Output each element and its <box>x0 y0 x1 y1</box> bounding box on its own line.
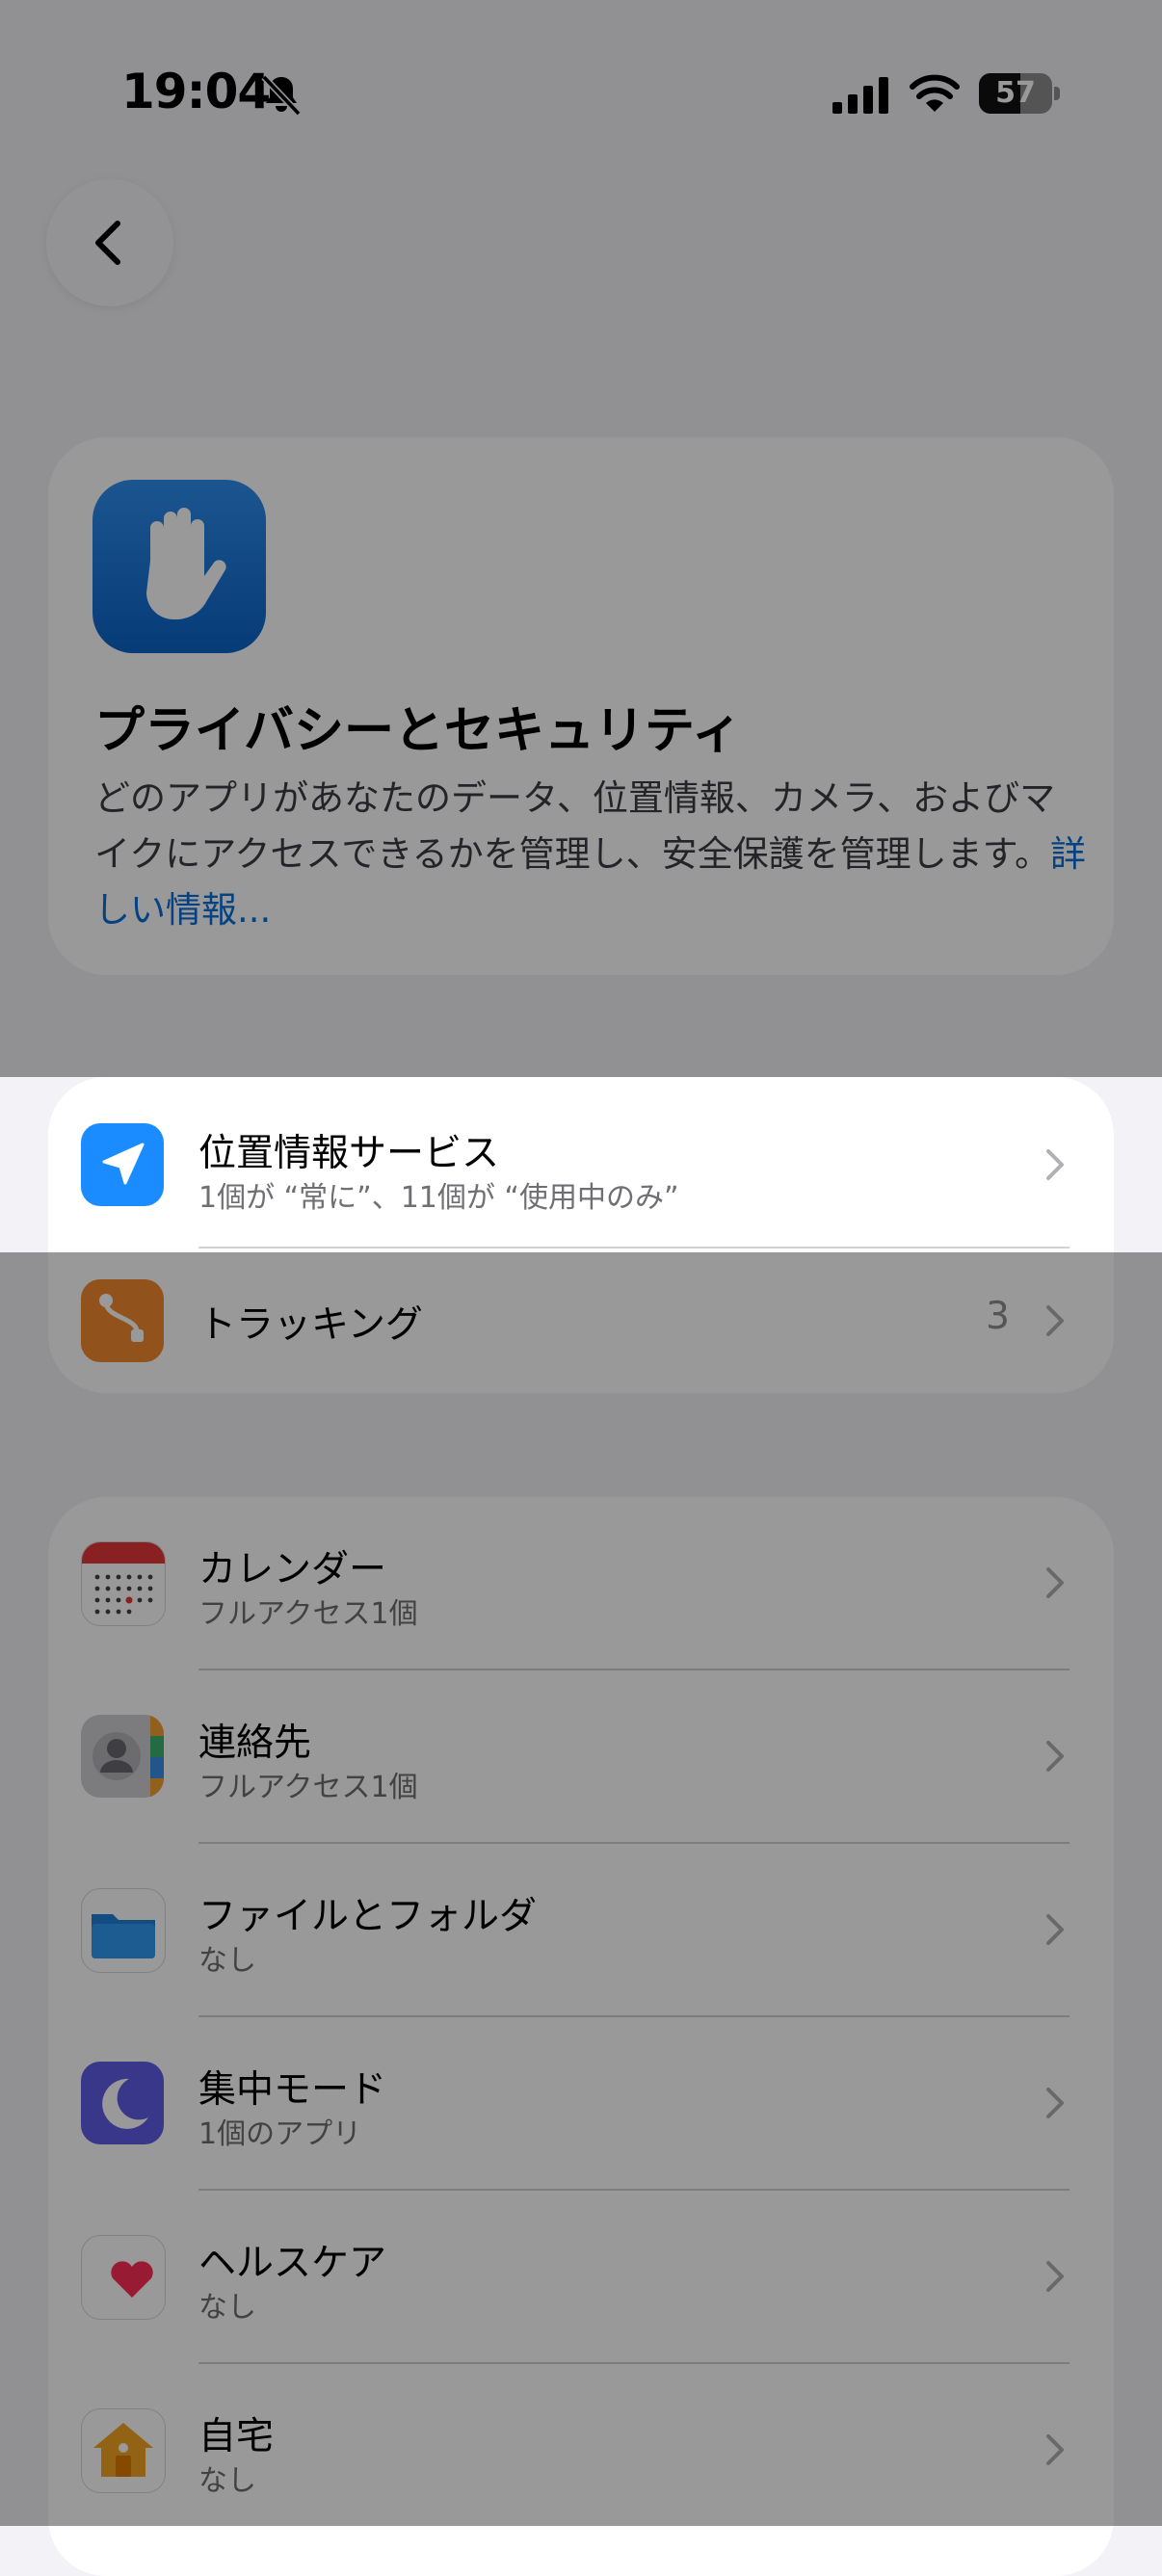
location-arrow-icon <box>81 1123 164 1206</box>
chevron-right-icon <box>1046 1149 1064 1180</box>
dim-overlay-bottom <box>0 1252 1162 2526</box>
dim-overlay-top <box>0 0 1162 1077</box>
row-title: 位置情報サービス <box>198 1132 500 1175</box>
row-subtitle: 1個が “常に”、11個が “使用中のみ” <box>198 1181 679 1215</box>
row-location-services[interactable]: 位置情報サービス 1個が “常に”、11個が “使用中のみ” <box>48 1077 1114 1247</box>
